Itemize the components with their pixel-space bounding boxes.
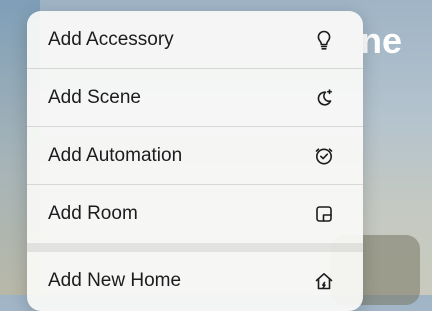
menu-item-add-automation[interactable]: Add Automation (27, 127, 363, 185)
menu-item-label: Add Automation (48, 144, 183, 166)
menu-item-label: Add Accessory (48, 28, 174, 50)
automation-clock-icon (313, 145, 335, 167)
menu-item-label: Add New Home (48, 270, 182, 291)
room-icon (313, 203, 335, 225)
menu-item-add-new-home[interactable]: Add New Home (27, 252, 363, 310)
home-icon (313, 270, 335, 292)
menu-item-add-room[interactable]: Add Room (27, 185, 363, 243)
menu-group-separator (27, 243, 363, 252)
lightbulb-icon (313, 29, 335, 51)
menu-item-add-scene[interactable]: Add Scene (27, 69, 363, 127)
menu-item-add-accessory[interactable]: Add Accessory (27, 11, 363, 69)
background-page-title: ne (360, 20, 403, 61)
menu-item-label: Add Scene (48, 86, 141, 108)
scene-moon-icon (313, 87, 335, 109)
menu-item-label: Add Room (48, 203, 138, 224)
add-menu: Add Accessory Add Scene Add Automation A… (27, 11, 363, 311)
